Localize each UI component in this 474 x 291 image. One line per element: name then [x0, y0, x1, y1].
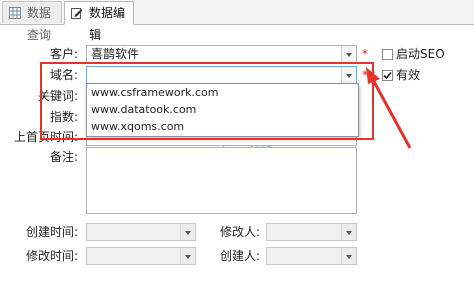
edit-icon — [71, 8, 83, 19]
tab-data-query[interactable]: 数据查询 — [2, 1, 62, 42]
customer-required-mark: * — [362, 47, 368, 61]
chevron-down-icon[interactable] — [341, 224, 356, 240]
enable-seo-checkbox[interactable] — [382, 49, 393, 60]
grid-icon — [9, 7, 21, 19]
chevron-down-icon[interactable] — [341, 248, 356, 264]
customer-label: 客户: — [49, 47, 78, 61]
create-time-label: 创建时间: — [25, 225, 78, 239]
remarks-textarea[interactable] — [86, 147, 357, 214]
chevron-down-icon[interactable] — [180, 248, 195, 264]
tab-label: 数据编辑 — [89, 6, 126, 42]
customer-select[interactable]: 喜鹊软件 — [86, 45, 357, 63]
remarks-label: 备注: — [49, 150, 78, 164]
tab-data-edit[interactable]: 数据编辑 — [64, 1, 134, 42]
customer-value: 喜鹊软件 — [91, 47, 140, 61]
create-time-field[interactable] — [86, 223, 196, 241]
chevron-down-icon[interactable] — [341, 46, 356, 62]
modifier-label: 修改人: — [219, 225, 260, 239]
modify-time-label: 修改时间: — [25, 249, 78, 263]
creator-label: 创建人: — [219, 249, 260, 263]
annotation-arrow-icon — [366, 67, 412, 149]
chevron-down-icon[interactable] — [180, 224, 195, 240]
annotation-highlight-box — [40, 62, 374, 140]
enable-seo-label: 启动SEO — [396, 47, 445, 61]
modifier-field[interactable] — [266, 223, 357, 241]
modify-time-field[interactable] — [86, 247, 196, 265]
tab-label: 数据查询 — [27, 6, 52, 42]
creator-field[interactable] — [266, 247, 357, 265]
